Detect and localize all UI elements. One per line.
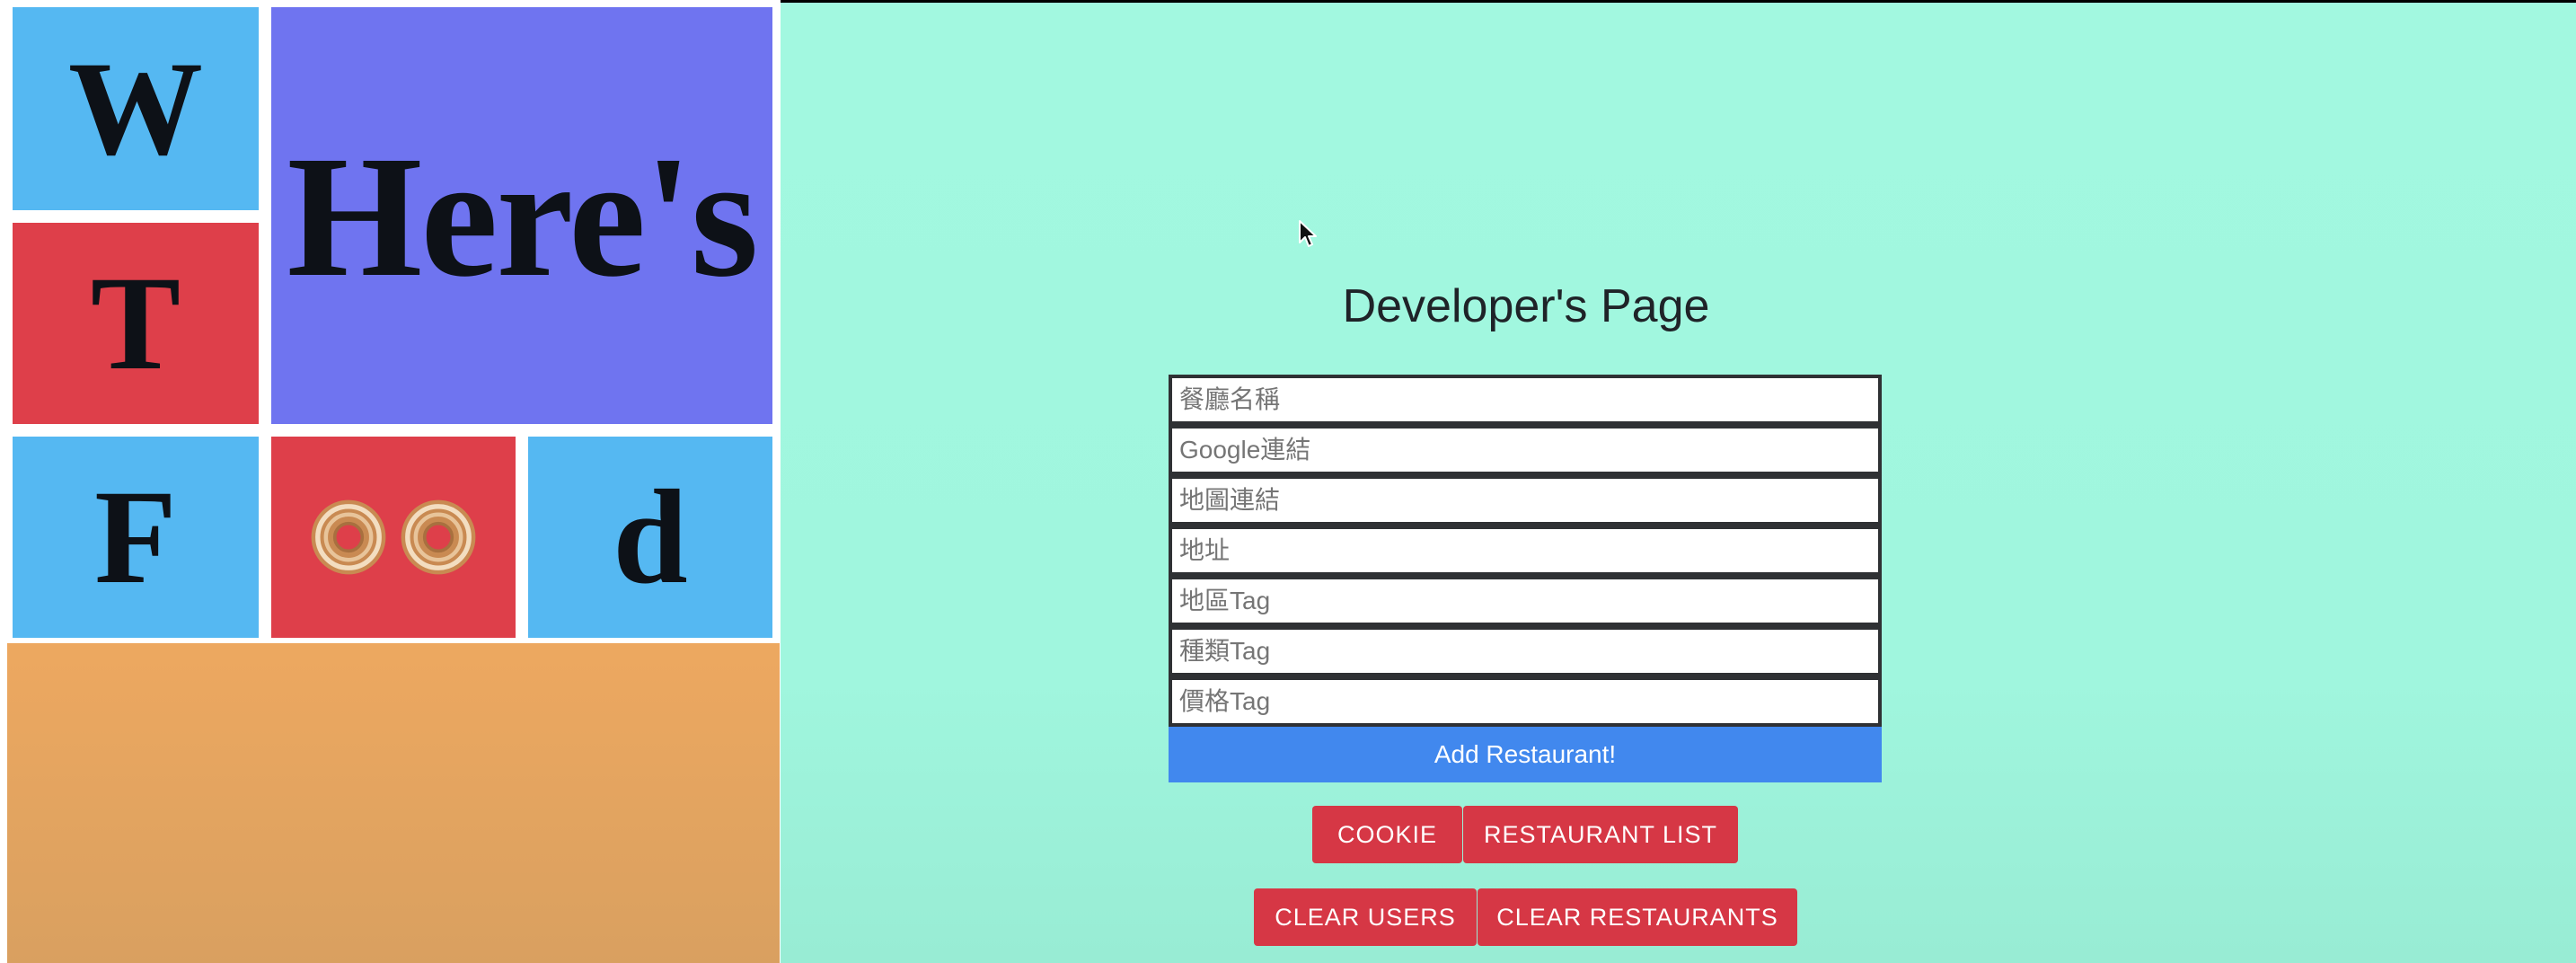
logo-letter-t: T — [90, 249, 181, 398]
logo-word-heres: Here's — [287, 119, 758, 313]
logo-tile-t: T — [13, 223, 259, 424]
cursor-icon — [1299, 220, 1317, 247]
logo-letter-w: W — [68, 34, 203, 183]
logo-tile-d: d — [528, 437, 772, 638]
price-tag-field[interactable] — [1169, 676, 1882, 727]
cookie-button[interactable]: COOKIE — [1312, 806, 1462, 863]
logo-tile-w: W — [13, 7, 259, 210]
logo-tile-donuts — [271, 437, 516, 638]
logo-letter-f: F — [94, 463, 177, 612]
google-link-field[interactable] — [1169, 425, 1882, 475]
logo-tile-f: F — [13, 437, 259, 638]
address-field[interactable] — [1169, 526, 1882, 576]
logo-panel: W Here's T F d — [0, 0, 781, 963]
clear-users-button[interactable]: CLEAR USERS — [1254, 888, 1477, 946]
region-tag-field[interactable] — [1169, 576, 1882, 626]
developer-panel: Developer's Page Add Restaurant! COOKIE … — [781, 3, 2576, 963]
logo-tile-orange — [7, 643, 780, 963]
category-tag-field[interactable] — [1169, 626, 1882, 676]
add-restaurant-form: Add Restaurant! — [1169, 375, 1882, 782]
clear-restaurants-button[interactable]: CLEAR RESTAURANTS — [1478, 888, 1797, 946]
logo-letter-d: d — [613, 463, 688, 612]
donut-icon — [311, 499, 386, 575]
restaurant-list-button[interactable]: RESTAURANT LIST — [1463, 806, 1738, 863]
page-title: Developer's Page — [1342, 280, 1710, 332]
donut-icon — [401, 499, 476, 575]
logo-tile-heres: Here's — [271, 7, 772, 424]
restaurant-name-field[interactable] — [1169, 375, 1882, 425]
map-link-field[interactable] — [1169, 475, 1882, 526]
add-restaurant-button[interactable]: Add Restaurant! — [1169, 727, 1882, 782]
